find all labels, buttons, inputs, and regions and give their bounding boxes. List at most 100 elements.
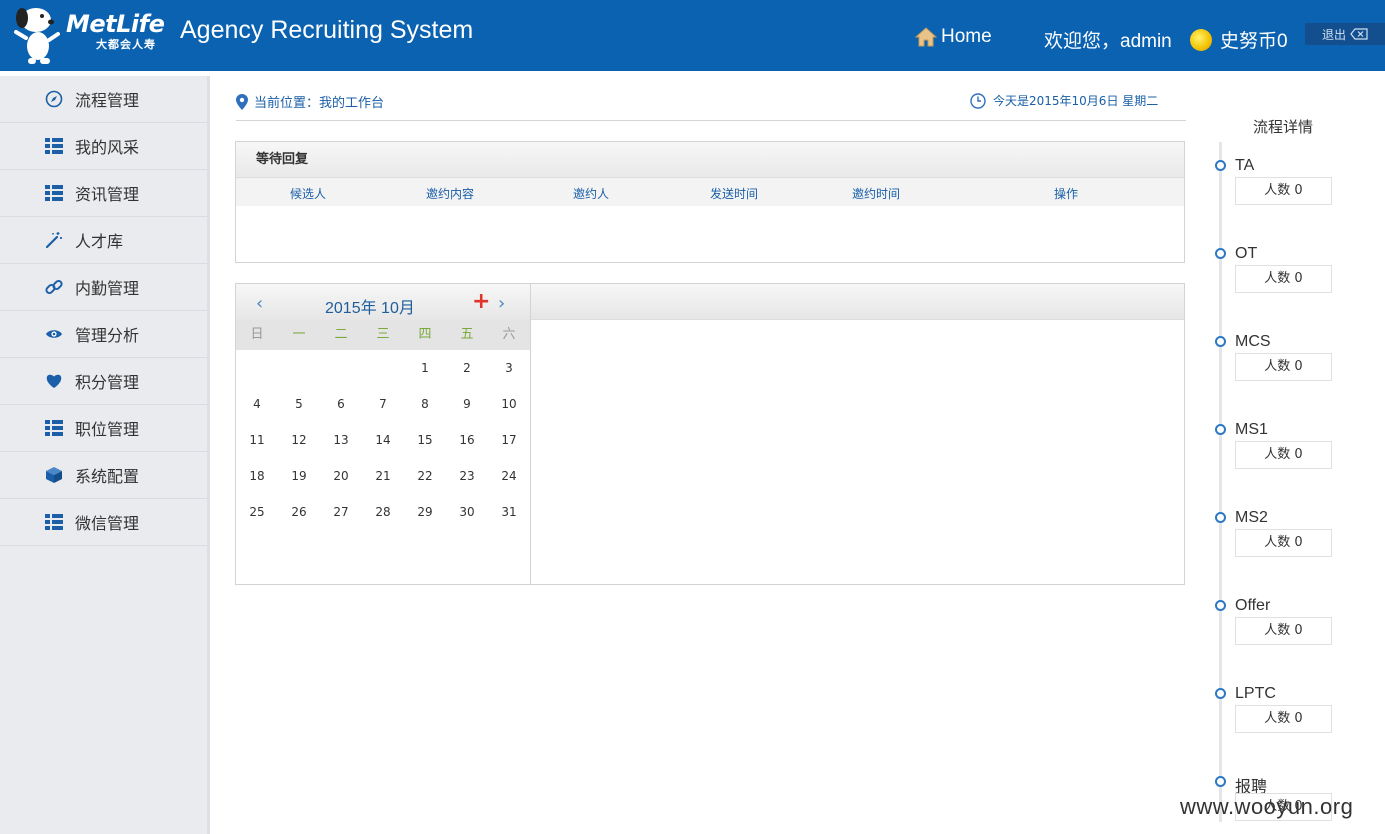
calendar-day[interactable]: 11 <box>236 422 278 458</box>
top-header: MetLife 大都会人寿 Agency Recruiting System H… <box>0 0 1385 71</box>
sidebar-item[interactable]: 人才库 <box>0 217 207 264</box>
sidebar-item[interactable]: 资讯管理 <box>0 170 207 217</box>
sidebar-item-label: 流程管理 <box>75 93 140 110</box>
chevron-left-icon[interactable]: ‹ <box>256 293 263 314</box>
calendar-month-title: 2015年 10月 <box>325 300 415 317</box>
calendar-day[interactable]: 23 <box>446 458 488 494</box>
flow-stage-count[interactable]: 人数 0 <box>1235 353 1332 381</box>
calendar-day[interactable]: 24 <box>488 458 530 494</box>
table-header: 候选人 邀约内容 邀约人 发送时间 邀约时间 操作 <box>236 178 1184 206</box>
sidebar-item[interactable]: 管理分析 <box>0 311 207 358</box>
today-date: 今天是2015年10月6日 星期二 <box>970 92 1158 109</box>
calendar-day[interactable]: 16 <box>446 422 488 458</box>
calendar-day[interactable]: 13 <box>320 422 362 458</box>
flow-timeline <box>1219 142 1222 822</box>
calendar-day[interactable]: 28 <box>362 494 404 530</box>
timeline-node-icon <box>1215 688 1226 699</box>
calendar-day <box>362 350 404 386</box>
coin-text: 史努币0 <box>1220 31 1288 52</box>
exit-icon <box>1350 28 1368 40</box>
timeline-node-icon <box>1215 776 1226 787</box>
weekday-label: 五 <box>460 327 474 342</box>
grid-list-icon <box>45 513 63 531</box>
calendar-day[interactable]: 4 <box>236 386 278 422</box>
sidebar-item-label: 我的风采 <box>75 140 140 157</box>
calendar-day[interactable]: 30 <box>446 494 488 530</box>
grid-list-icon <box>45 419 63 437</box>
sidebar-item[interactable]: 职位管理 <box>0 405 207 452</box>
brand: MetLife 大都会人寿 <box>66 10 165 52</box>
calendar-panel: ‹ 2015年 10月 + › 日一二三四五六 1 2 3 4 5 6 7 8 9 10 11 12 1… <box>235 283 1185 585</box>
calendar-day[interactable]: 3 <box>488 350 530 386</box>
calendar-day[interactable]: 21 <box>362 458 404 494</box>
calendar-day[interactable]: 18 <box>236 458 278 494</box>
timeline-node-icon <box>1215 512 1226 523</box>
flow-stage-count[interactable]: 人数 0 <box>1235 705 1332 733</box>
calendar-day[interactable]: 9 <box>446 386 488 422</box>
calendar-day[interactable]: 10 <box>488 386 530 422</box>
sidebar-item[interactable]: 积分管理 <box>0 358 207 405</box>
column-header: 邀约时间 <box>852 187 901 201</box>
calendar: ‹ 2015年 10月 + › 日一二三四五六 1 2 3 4 5 6 7 8 9 10 11 12 1… <box>236 284 531 584</box>
calendar-day <box>278 350 320 386</box>
calendar-day[interactable]: 6 <box>320 386 362 422</box>
home-link[interactable]: Home <box>915 26 992 48</box>
events-header <box>531 284 1184 320</box>
calendar-day[interactable]: 25 <box>236 494 278 530</box>
timeline-node-icon <box>1215 248 1226 259</box>
calendar-day[interactable]: 17 <box>488 422 530 458</box>
system-title: Agency Recruiting System <box>180 16 474 44</box>
sidebar-item-label: 资讯管理 <box>75 187 140 204</box>
chevron-right-icon[interactable]: › <box>498 293 505 314</box>
calendar-day[interactable]: 5 <box>278 386 320 422</box>
plus-icon[interactable]: + <box>472 289 490 314</box>
coin-icon <box>1190 28 1212 51</box>
flow-stage-count[interactable]: 人数 0 <box>1235 617 1332 645</box>
home-label: Home <box>941 26 992 47</box>
calendar-day[interactable]: 29 <box>404 494 446 530</box>
calendar-day[interactable]: 1 <box>404 350 446 386</box>
sidebar-item[interactable]: 流程管理 <box>0 76 207 123</box>
sidebar-item-label: 微信管理 <box>75 516 140 533</box>
weekday-row: 日一二三四五六 <box>236 320 530 350</box>
flow-stage-name: MS2 <box>1235 509 1268 526</box>
weekday-label: 二 <box>334 327 348 342</box>
calendar-day[interactable]: 14 <box>362 422 404 458</box>
snoopy-logo <box>14 8 60 64</box>
flow-stage-count[interactable]: 人数 0 <box>1235 265 1332 293</box>
grid-list-icon <box>45 137 63 155</box>
flow-stage-count[interactable]: 人数 0 <box>1235 441 1332 469</box>
calendar-day[interactable]: 31 <box>488 494 530 530</box>
welcome-text: 欢迎您，admin <box>1044 31 1172 52</box>
calendar-day[interactable]: 2 <box>446 350 488 386</box>
calendar-day[interactable]: 12 <box>278 422 320 458</box>
timeline-node-icon <box>1215 336 1226 347</box>
flow-stage-count[interactable]: 人数 0 <box>1235 529 1332 557</box>
calendar-day[interactable]: 15 <box>404 422 446 458</box>
sidebar-item[interactable]: 微信管理 <box>0 499 207 546</box>
calendar-day[interactable]: 8 <box>404 386 446 422</box>
calendar-day[interactable]: 19 <box>278 458 320 494</box>
flow-stage-name: LPTC <box>1235 685 1276 702</box>
sidebar-item-label: 内勤管理 <box>75 281 140 298</box>
logout-button[interactable]: 退出 <box>1305 23 1385 45</box>
calendar-day[interactable]: 20 <box>320 458 362 494</box>
calendar-day[interactable]: 27 <box>320 494 362 530</box>
flow-stage-name: MCS <box>1235 333 1271 350</box>
calendar-day[interactable]: 26 <box>278 494 320 530</box>
clock-icon <box>970 92 986 109</box>
calendar-day[interactable]: 22 <box>404 458 446 494</box>
calendar-day[interactable]: 7 <box>362 386 404 422</box>
sidebar-item[interactable]: 系统配置 <box>0 452 207 499</box>
sidebar-item[interactable]: 我的风采 <box>0 123 207 170</box>
logout-label: 退出 <box>1321 27 1346 42</box>
sidebar-item[interactable]: 内勤管理 <box>0 264 207 311</box>
flow-stage-name: MS1 <box>1235 421 1268 438</box>
flow-stage-count[interactable]: 人数 0 <box>1235 177 1332 205</box>
column-header: 邀约内容 <box>426 187 475 201</box>
weekday-label: 三 <box>376 327 390 342</box>
brand-subtitle: 大都会人寿 <box>96 38 156 51</box>
panel-title: 等待回复 <box>236 142 1184 178</box>
flow-stage-name: TA <box>1235 157 1255 174</box>
magic-wand-icon <box>45 231 63 249</box>
